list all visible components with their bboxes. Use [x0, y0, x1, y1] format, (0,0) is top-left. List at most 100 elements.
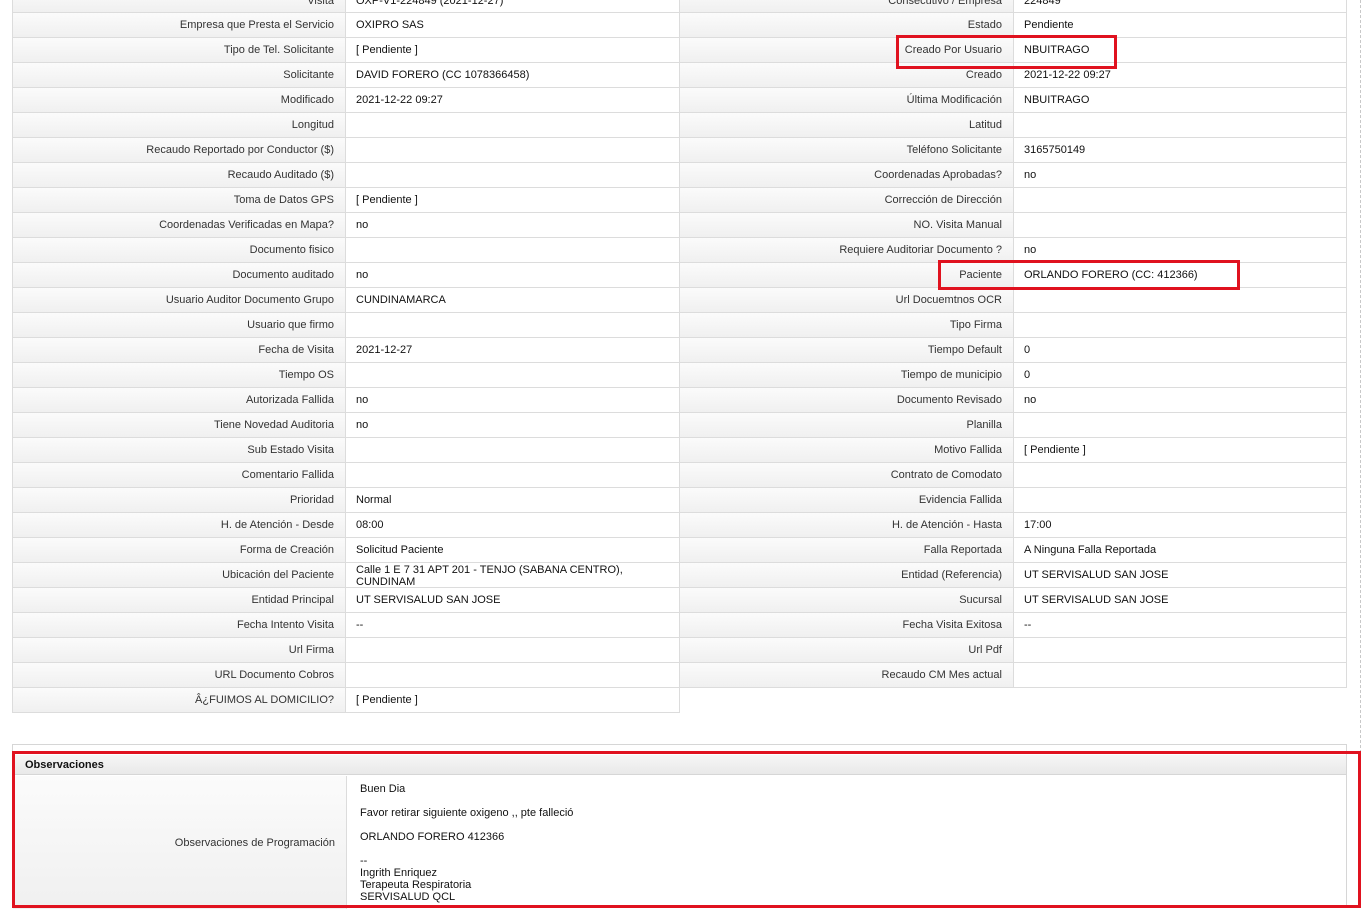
detail-value [346, 163, 680, 188]
detail-value: no [346, 263, 680, 288]
detail-value: CUNDINAMARCA [346, 288, 680, 313]
detail-label: Ubicación del Paciente [12, 563, 346, 588]
observaciones-programacion-label: Observaciones de Programación [13, 776, 347, 909]
detail-value [1014, 188, 1347, 213]
detail-value [346, 313, 680, 338]
detail-value: UT SERVISALUD SAN JOSE [346, 588, 680, 613]
detail-value [346, 663, 680, 688]
detail-value [1014, 288, 1347, 313]
detail-label: Comentario Fallida [12, 463, 346, 488]
detail-value [1014, 463, 1347, 488]
detail-label: URL Documento Cobros [12, 663, 346, 688]
observacion-line: Terapeuta Respiratoria [360, 879, 472, 891]
detail-value: Solicitud Paciente [346, 538, 680, 563]
detail-value: DAVID FORERO (CC 1078366458) [346, 63, 680, 88]
detail-value [1014, 663, 1347, 688]
detail-value: UT SERVISALUD SAN JOSE [1014, 588, 1347, 613]
detail-label: Documento fisico [12, 238, 346, 263]
detail-label: Planilla [680, 413, 1014, 438]
detail-label: Motivo Fallida [680, 438, 1014, 463]
observacion-line [360, 819, 1340, 831]
detail-value: no [1014, 388, 1347, 413]
observacion-line [360, 795, 1340, 807]
detail-label: Falla Reportada [680, 538, 1014, 563]
detail-label: Última Modificación [680, 88, 1014, 113]
detail-value: Normal [346, 488, 680, 513]
observaciones-header: Observaciones [13, 755, 1346, 775]
detail-label: Recaudo CM Mes actual [680, 663, 1014, 688]
detail-label: Tiempo OS [12, 363, 346, 388]
detail-value: 08:00 [346, 513, 680, 538]
detail-label: Creado [680, 63, 1014, 88]
detail-value: 0 [1014, 363, 1347, 388]
detail-label: Tipo de Tel. Solicitante [12, 38, 346, 63]
detail-value [346, 113, 680, 138]
detail-value: OXP-V1-224849 (2021-12-27) [346, 0, 680, 13]
detail-label: Creado Por Usuario [680, 38, 1014, 63]
detail-label: Consecutivo / Empresa [680, 0, 1014, 13]
detail-value: 224849 [1014, 0, 1347, 13]
detail-value [1014, 113, 1347, 138]
detail-label: Usuario que firmo [12, 313, 346, 338]
detail-label: Longitud [12, 113, 346, 138]
detail-label: Usuario Auditor Documento Grupo [12, 288, 346, 313]
observacion-line: ORLANDO FORERO 412366 [360, 831, 505, 843]
detail-value [1014, 313, 1347, 338]
detail-value: Pendiente [1014, 13, 1347, 38]
observaciones-panel: Observaciones Observaciones de Programac… [12, 744, 1347, 909]
detail-label: Fecha de Visita [12, 338, 346, 363]
detail-label: Tiempo de municipio [680, 363, 1014, 388]
detail-value: 2021-12-27 [346, 338, 680, 363]
detail-value [346, 438, 680, 463]
detail-label: Tipo Firma [680, 313, 1014, 338]
detail-label: Url Docuemtnos OCR [680, 288, 1014, 313]
detail-value: UT SERVISALUD SAN JOSE [1014, 563, 1347, 588]
detail-label: Estado [680, 13, 1014, 38]
detail-label: Fecha Visita Exitosa [680, 613, 1014, 638]
detail-label: Sub Estado Visita [12, 438, 346, 463]
detail-value [1014, 488, 1347, 513]
observacion-line: Buen Dia [360, 783, 406, 795]
detail-label: Contrato de Comodato [680, 463, 1014, 488]
observacion-line: SERVISALUD QCL [360, 891, 456, 903]
detail-label: Documento Revisado [680, 388, 1014, 413]
observacion-line: Ingrith Enriquez [360, 867, 438, 879]
detail-value: -- [346, 613, 680, 638]
detail-label: Teléfono Solicitante [680, 138, 1014, 163]
detail-label: Tiene Novedad Auditoria [12, 413, 346, 438]
detail-value: 2021-12-22 09:27 [1014, 63, 1347, 88]
detail-value: no [1014, 238, 1347, 263]
detail-value [1014, 213, 1347, 238]
detail-label: H. de Atención - Hasta [680, 513, 1014, 538]
detail-label: Modificado [12, 88, 346, 113]
detail-value [346, 238, 680, 263]
detail-value [346, 363, 680, 388]
detail-label: Evidencia Fallida [680, 488, 1014, 513]
detail-value: NBUITRAGO [1014, 88, 1347, 113]
detail-label: H. de Atención - Desde [12, 513, 346, 538]
detail-value: 3165750149 [1014, 138, 1347, 163]
detail-value: [ Pendiente ] [346, 188, 680, 213]
detail-label: Url Firma [12, 638, 346, 663]
detail-label: Latitud [680, 113, 1014, 138]
detail-label: Coordenadas Aprobadas? [680, 163, 1014, 188]
detail-value: ORLANDO FORERO (CC: 412366) [1014, 263, 1347, 288]
detail-value: A Ninguna Falla Reportada [1014, 538, 1347, 563]
observaciones-programacion-text: Buen Dia Favor retirar siguiente oxigeno … [360, 783, 1340, 903]
detail-value: no [1014, 163, 1347, 188]
detail-value: [ Pendiente ] [1014, 438, 1347, 463]
detail-label: Tiempo Default [680, 338, 1014, 363]
detail-label: Corrección de Dirección [680, 188, 1014, 213]
detail-label: Solicitante [12, 63, 346, 88]
detail-label: Prioridad [12, 488, 346, 513]
detail-value: no [346, 213, 680, 238]
detail-label: Visita [12, 0, 346, 13]
observacion-line: Favor retirar siguiente oxigeno ,, pte f… [360, 807, 574, 819]
detail-label: Sucursal [680, 588, 1014, 613]
detail-label: Entidad Principal [12, 588, 346, 613]
detail-value: [ Pendiente ] [346, 38, 680, 63]
page-edge-guide [1360, 0, 1361, 908]
detail-value: NBUITRAGO [1014, 38, 1347, 63]
detail-label: NO. Visita Manual [680, 213, 1014, 238]
detail-label: Requiere Auditoriar Documento ? [680, 238, 1014, 263]
